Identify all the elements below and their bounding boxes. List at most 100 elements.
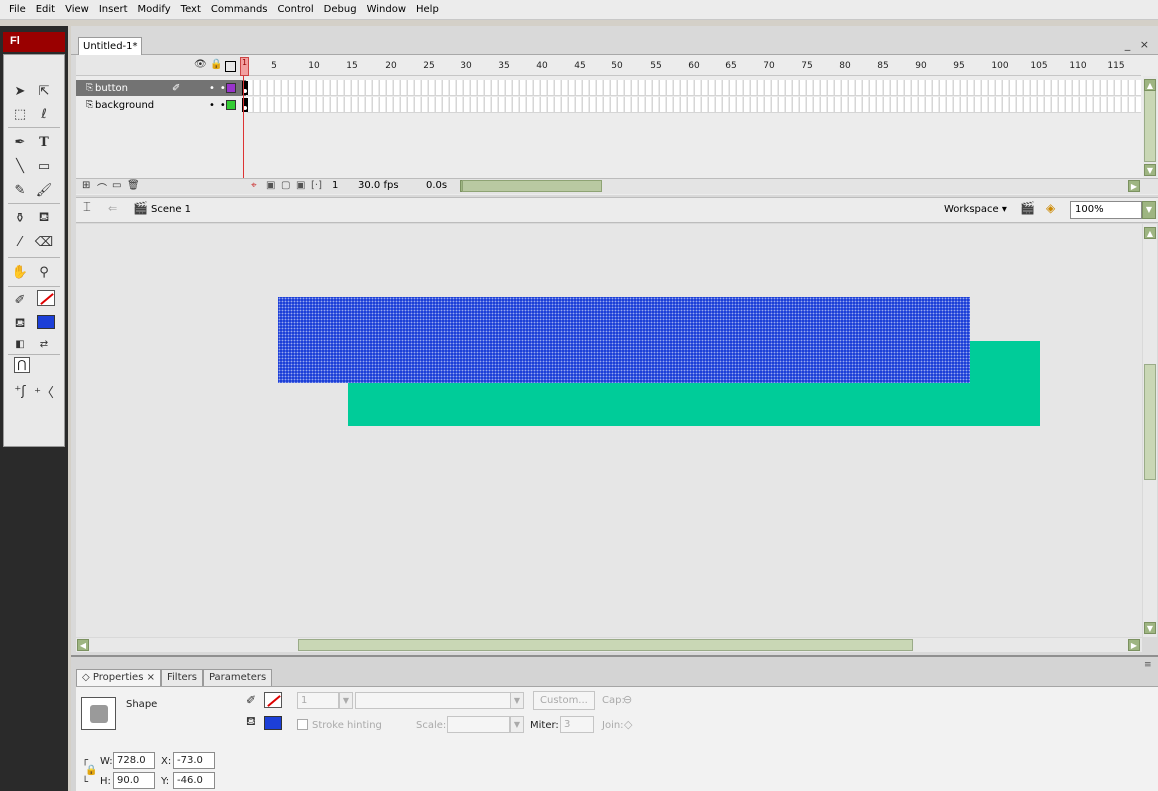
fill-color-picker[interactable] (264, 716, 282, 730)
button-shape-selected[interactable] (278, 297, 970, 383)
scroll-right-icon[interactable]: ▶ (1128, 639, 1140, 651)
ink-bottle-tool-icon[interactable]: ⚱ (8, 207, 32, 229)
y-input[interactable]: -46.0 (173, 772, 215, 789)
swap-colors-icon[interactable]: ⇄ (32, 333, 56, 355)
menu-item-window[interactable]: Window (362, 4, 411, 15)
menu-item-commands[interactable]: Commands (206, 4, 273, 15)
stroke-color-picker[interactable] (264, 692, 282, 708)
join-style-icon[interactable]: ◇ (624, 718, 632, 731)
back-arrow-icon[interactable]: ⇐ (108, 202, 117, 215)
rectangle-tool-icon[interactable]: ▭ (32, 155, 56, 177)
snap-to-objects-icon[interactable]: ⋂ (14, 357, 30, 373)
window-controls[interactable]: _ × (1125, 38, 1152, 51)
layer-name[interactable]: button (95, 83, 128, 94)
width-input[interactable]: 728.0 (113, 752, 155, 769)
cap-style-icon[interactable]: ⊖ (623, 693, 632, 706)
scroll-thumb[interactable] (1144, 90, 1156, 162)
scale-select[interactable] (447, 716, 510, 733)
menu-item-view[interactable]: View (60, 4, 94, 15)
eraser-tool-icon[interactable]: ⌫ (32, 231, 56, 253)
stroke-style-select[interactable] (355, 692, 511, 709)
custom-button[interactable]: Custom... (533, 691, 595, 710)
modify-onion-markers-icon[interactable]: [·] (311, 180, 322, 191)
lasso-tool-icon[interactable]: ℓ (32, 103, 56, 125)
panel-menu-icon[interactable]: ≡ (1144, 660, 1152, 670)
scroll-right-icon[interactable]: ▶ (1128, 180, 1140, 192)
menu-item-help[interactable]: Help (411, 4, 444, 15)
stage-vertical-scrollbar[interactable] (1143, 224, 1157, 637)
fill-color-icon[interactable]: ⛾ (8, 313, 32, 335)
stroke-color-swatch[interactable] (37, 290, 55, 306)
tab-properties[interactable]: ◇ Properties × (76, 669, 161, 686)
height-input[interactable]: 90.0 (113, 772, 155, 789)
hand-tool-icon[interactable]: ✋ (8, 261, 32, 283)
center-frame-icon[interactable]: ⌖ (251, 180, 257, 191)
eye-icon[interactable]: 👁 (194, 59, 207, 70)
scroll-down-icon[interactable]: ▼ (1144, 164, 1156, 176)
delete-layer-icon[interactable]: 🗑 (127, 180, 140, 191)
zoom-dropdown-icon[interactable]: ▼ (1142, 201, 1156, 219)
tab-filters[interactable]: Filters (160, 669, 203, 686)
stage-horizontal-scrollbar[interactable] (76, 638, 1142, 652)
layer-name[interactable]: background (95, 100, 154, 111)
outline-icon[interactable] (225, 61, 236, 72)
edit-multiple-frames-icon[interactable]: ▣ (296, 180, 305, 191)
zoom-tool-icon[interactable]: ⚲ (32, 261, 56, 283)
layer-button[interactable]: ⎘ button ✐ •• (76, 80, 246, 96)
subselection-tool-icon[interactable]: ⇱ (32, 80, 56, 102)
scroll-up-icon[interactable]: ▲ (1144, 227, 1156, 239)
stroke-hinting-checkbox[interactable] (297, 719, 308, 730)
frame-row-button[interactable] (247, 80, 1141, 96)
line-tool-icon[interactable]: ╲ (8, 155, 32, 177)
free-transform-tool-icon[interactable]: ⬚ (8, 103, 32, 125)
menu-item-text[interactable]: Text (176, 4, 206, 15)
scroll-thumb[interactable] (1144, 364, 1156, 480)
straighten-icon[interactable]: ⁺〈 (32, 380, 56, 402)
smooth-icon[interactable]: ⁺ʃ (8, 380, 32, 402)
pencil-tool-icon[interactable]: ✎ (8, 179, 32, 201)
workspace-menu[interactable]: Workspace ▾ (944, 204, 1007, 215)
scroll-down-icon[interactable]: ▼ (1144, 622, 1156, 634)
document-tab[interactable]: Untitled-1* (78, 37, 142, 55)
frame-rate[interactable]: 30.0 fps (358, 180, 399, 191)
fill-color-swatch[interactable] (37, 315, 55, 329)
menu-item-modify[interactable]: Modify (133, 4, 176, 15)
x-input[interactable]: -73.0 (173, 752, 215, 769)
lock-icon[interactable]: 🔒 (210, 59, 222, 70)
layer-background[interactable]: ⎘ background •• (76, 97, 246, 113)
text-tool-icon[interactable]: T (32, 131, 56, 153)
scale-dropdown-icon[interactable]: ▼ (510, 716, 524, 733)
constrain-lock-icon[interactable]: 🔒 (85, 765, 97, 776)
edit-symbols-icon[interactable]: ◈ (1046, 201, 1055, 215)
pen-tool-icon[interactable]: ✒ (8, 131, 32, 153)
paint-bucket-tool-icon[interactable]: ⛾ (32, 207, 56, 229)
onion-skin-outlines-icon[interactable]: ▢ (281, 180, 290, 191)
timeline-horizontal-scroll-thumb[interactable] (462, 180, 602, 192)
menu-item-insert[interactable]: Insert (94, 4, 133, 15)
stroke-height-input[interactable]: 1 (297, 692, 339, 709)
add-motion-guide-icon[interactable]: ⌒ (97, 180, 107, 195)
layer-outline-color-swatch[interactable] (226, 100, 236, 110)
playhead[interactable]: 1 (240, 57, 249, 76)
insert-layer-icon[interactable]: ⊞ (82, 180, 90, 191)
stroke-style-dropdown-icon[interactable]: ▼ (510, 692, 524, 709)
insert-folder-icon[interactable]: ▭ (112, 180, 121, 191)
scroll-left-icon[interactable]: ◀ (77, 639, 89, 651)
menu-item-debug[interactable]: Debug (319, 4, 362, 15)
frame-row-background[interactable] (247, 97, 1141, 113)
onion-skin-icon[interactable]: ▣ (266, 180, 275, 191)
scene-label[interactable]: Scene 1 (151, 204, 191, 215)
menu-item-edit[interactable]: Edit (31, 4, 60, 15)
stage[interactable] (76, 224, 1142, 637)
brush-tool-icon[interactable]: 🖌 (32, 179, 56, 201)
layer-outline-color-swatch[interactable] (226, 83, 236, 93)
menu-item-file[interactable]: File (4, 4, 31, 15)
selection-tool-icon[interactable]: ➤ (8, 80, 32, 102)
miter-input[interactable]: 3 (560, 716, 594, 733)
menu-item-control[interactable]: Control (273, 4, 319, 15)
zoom-input[interactable]: 100% (1070, 201, 1142, 219)
scroll-thumb[interactable] (298, 639, 913, 651)
tab-parameters[interactable]: Parameters (202, 669, 273, 686)
stroke-height-dropdown-icon[interactable]: ▼ (339, 692, 353, 709)
scroll-up-icon[interactable]: ▲ (1144, 79, 1156, 91)
